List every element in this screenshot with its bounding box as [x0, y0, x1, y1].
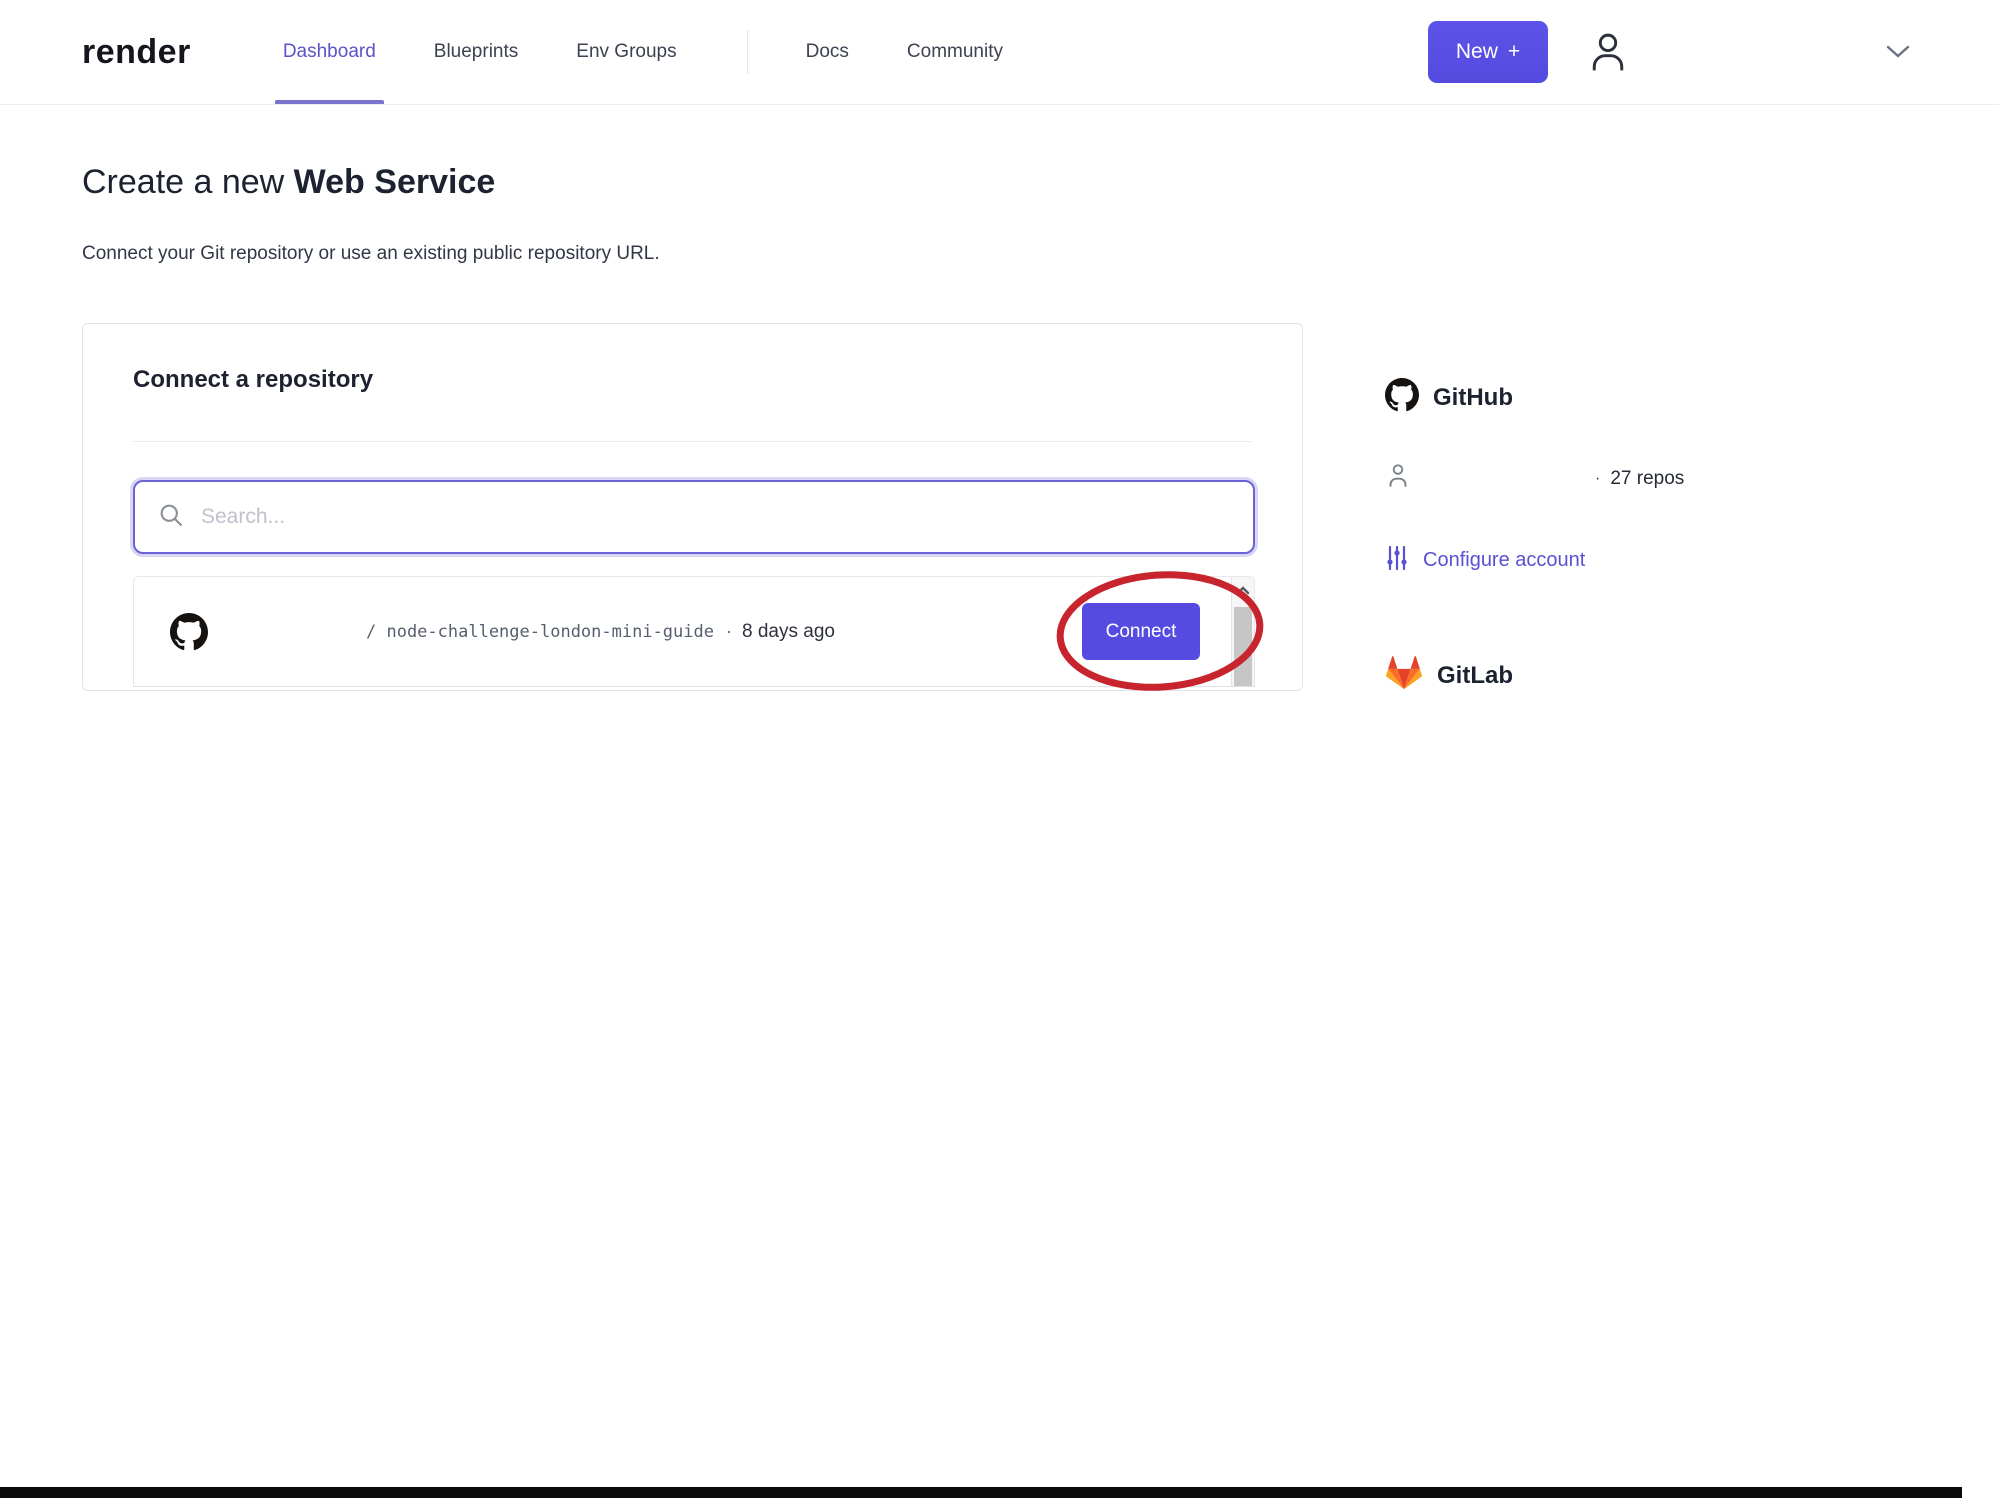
nav-item-env-groups[interactable]: Env Groups: [576, 0, 676, 104]
redacted-account-name: [1425, 466, 1595, 491]
repo-updated: 8 days ago: [742, 620, 835, 642]
page-title-emphasis: Web Service: [293, 163, 496, 201]
connect-button[interactable]: Connect: [1082, 603, 1200, 660]
scrollbar-thumb[interactable]: [1234, 607, 1252, 686]
github-section-header: GitHub: [1385, 378, 1805, 417]
header-right: New +: [1428, 21, 1999, 83]
repo-search-input[interactable]: [201, 505, 1231, 529]
repo-list: / node-challenge-london-mini-guide · 8 d…: [133, 576, 1255, 687]
configure-account-link[interactable]: Configure account: [1385, 544, 1805, 577]
gitlab-icon: [1385, 655, 1423, 696]
top-navbar: render Dashboard Blueprints Env Groups D…: [0, 0, 1999, 105]
card-divider: [133, 441, 1252, 442]
repo-separator: ·: [726, 621, 732, 641]
repo-path: / node-challenge-london-mini-guide: [366, 621, 714, 642]
scrollbar-up-icon[interactable]: [1232, 577, 1254, 603]
page-title-prefix: Create a new: [82, 163, 294, 201]
nav-divider: [746, 30, 748, 74]
main-nav: Dashboard Blueprints Env Groups Docs Com…: [274, 0, 1061, 104]
card-heading: Connect a repository: [133, 366, 374, 393]
repo-list-scrollbar[interactable]: [1231, 577, 1254, 686]
nav-item-docs[interactable]: Docs: [806, 0, 849, 104]
search-icon: [157, 501, 185, 534]
repo-count: 27 repos: [1610, 467, 1685, 489]
page-title: Create a new Web Service: [82, 163, 495, 202]
nav-item-dashboard[interactable]: Dashboard: [274, 0, 384, 104]
gitlab-section-header: GitLab: [1385, 655, 1805, 696]
repo-search-box: [133, 480, 1255, 554]
user-avatar-icon[interactable]: [1586, 27, 1630, 77]
render-logo[interactable]: render: [82, 33, 191, 72]
connect-repository-card: Connect a repository / node-challenge-lo…: [82, 323, 1303, 691]
bottom-edge-bar: [0, 1487, 1962, 1498]
git-providers-panel: GitHub · 27 repos Configure account GitL…: [1385, 378, 1805, 696]
github-account-row: · 27 repos: [1385, 461, 1805, 496]
chevron-down-icon[interactable]: [1885, 44, 1911, 60]
redacted-username: [230, 616, 358, 647]
new-button-label: New: [1455, 40, 1498, 63]
nav-item-community[interactable]: Community: [907, 0, 1003, 104]
github-title: GitHub: [1433, 383, 1513, 411]
configure-account-label: Configure account: [1423, 549, 1586, 571]
gitlab-title: GitLab: [1437, 661, 1513, 689]
plus-icon: +: [1507, 40, 1521, 63]
sliders-icon: [1385, 544, 1409, 577]
new-button[interactable]: New +: [1428, 21, 1548, 83]
github-icon: [1385, 378, 1419, 417]
repo-row[interactable]: / node-challenge-london-mini-guide · 8 d…: [134, 577, 1254, 686]
person-icon: [1385, 461, 1411, 496]
repo-count-bullet: ·: [1595, 469, 1601, 487]
page-subtitle: Connect your Git repository or use an ex…: [82, 243, 660, 264]
github-icon: [170, 612, 208, 651]
nav-item-blueprints[interactable]: Blueprints: [434, 0, 519, 104]
